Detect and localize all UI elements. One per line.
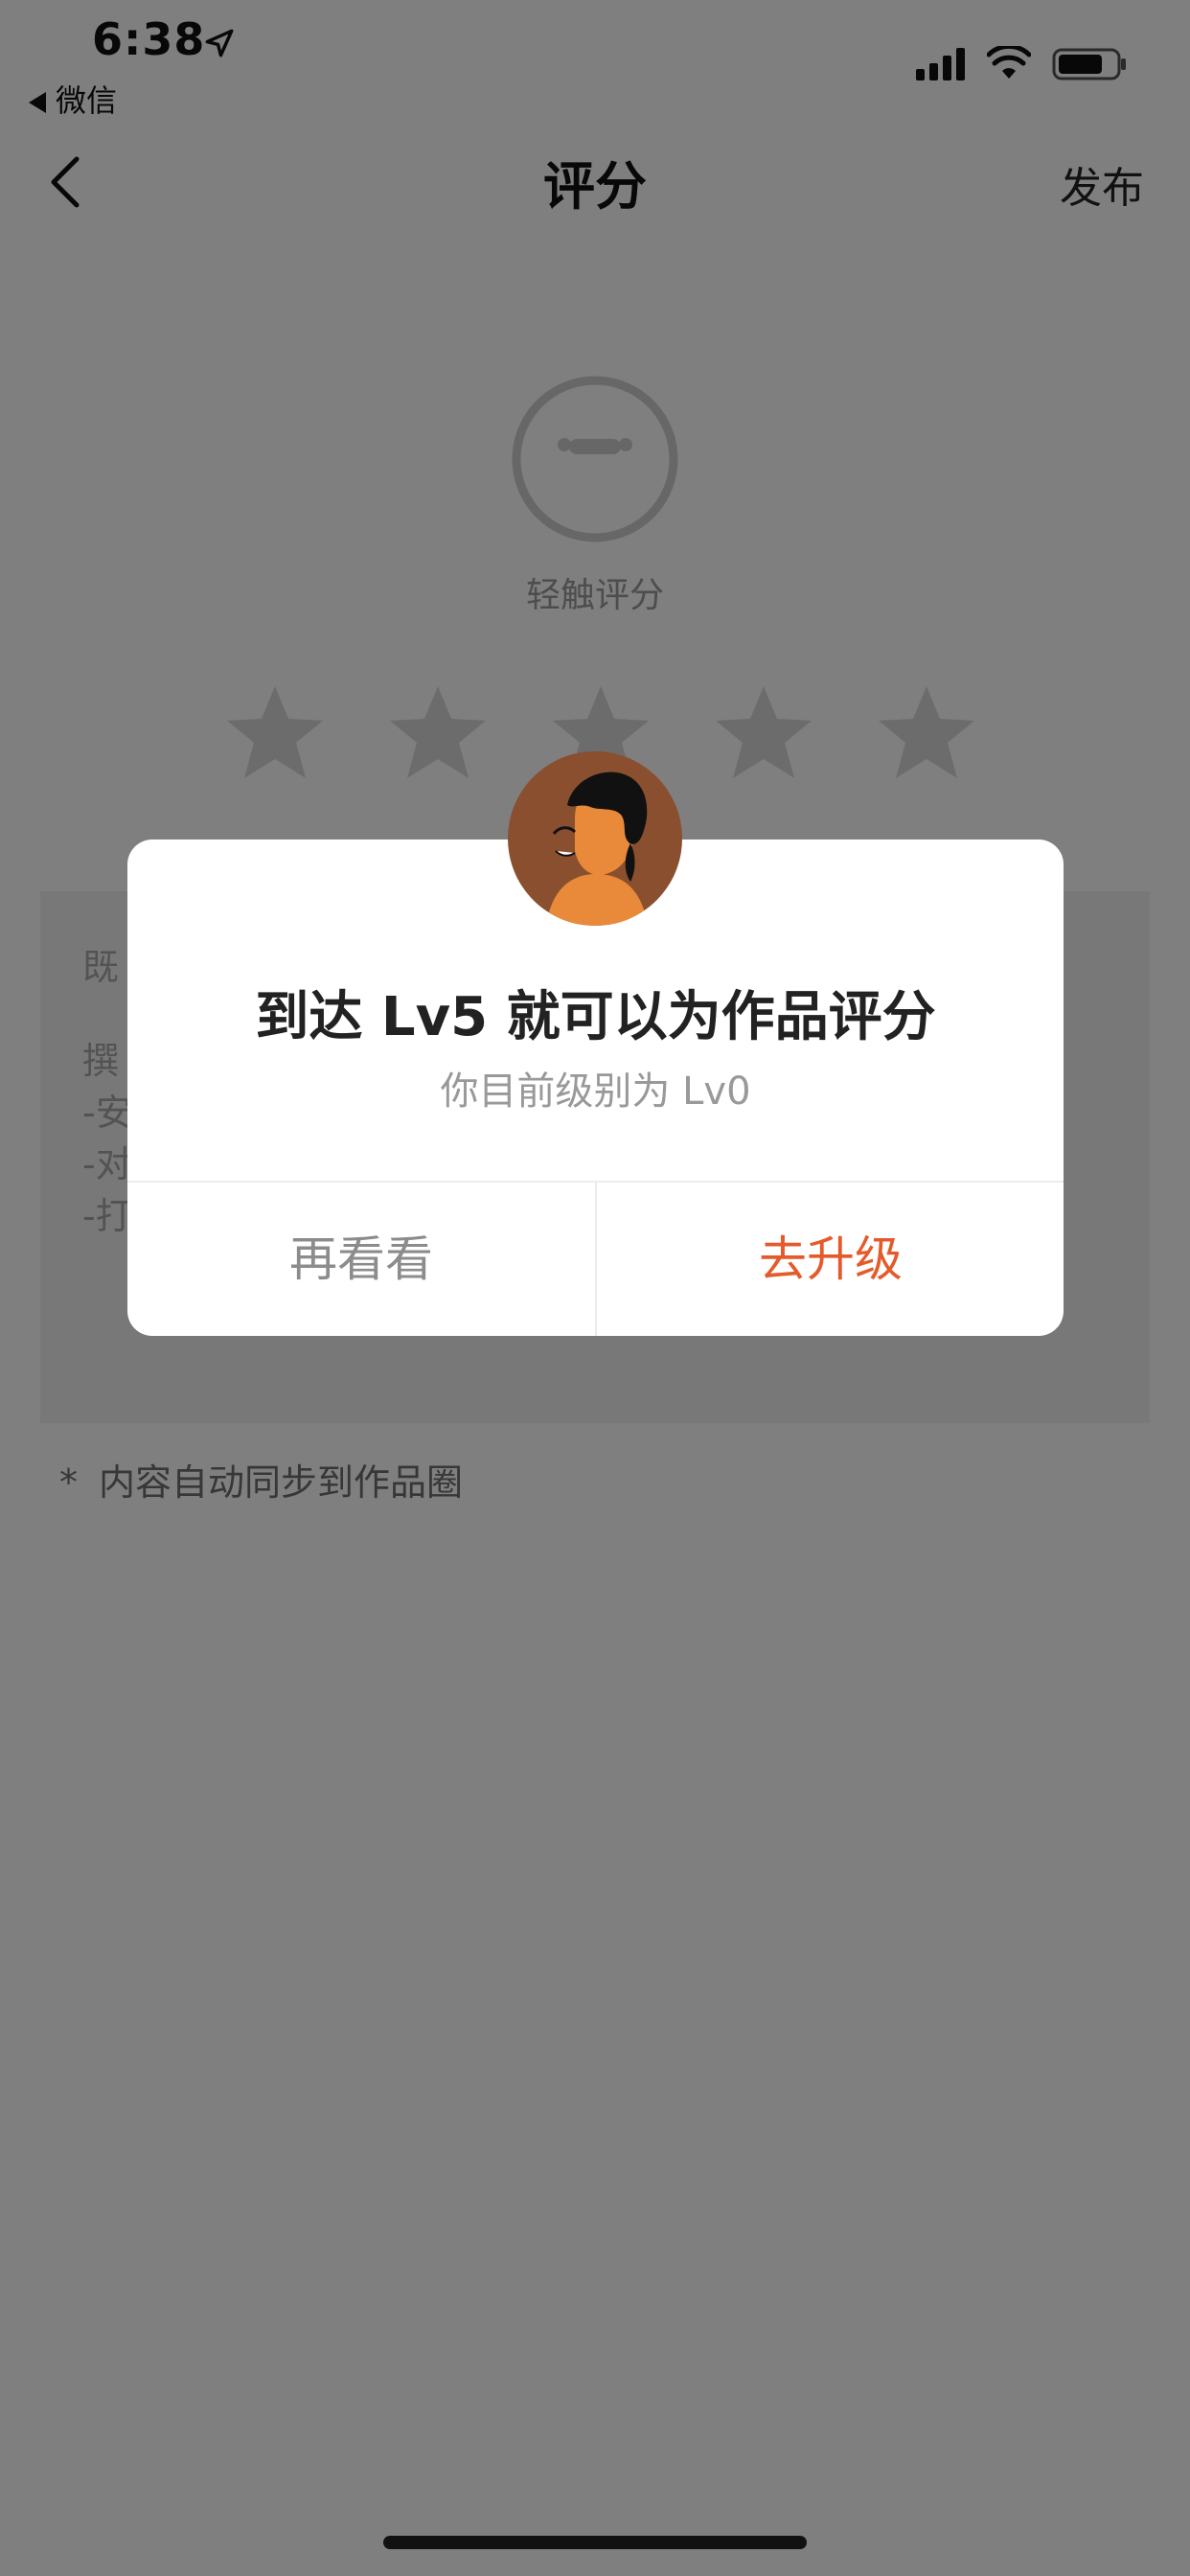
home-indicator[interactable] (383, 2536, 807, 2549)
dialog-subtitle: 你目前级别为 Lv0 (440, 1070, 751, 1114)
upgrade-button[interactable]: 去升级 (597, 1183, 1064, 1336)
avatar-illustration (508, 751, 682, 926)
dialog-title: 到达 Lv5 就可以为作品评分 (255, 986, 936, 1048)
cancel-button[interactable]: 再看看 (127, 1183, 595, 1336)
